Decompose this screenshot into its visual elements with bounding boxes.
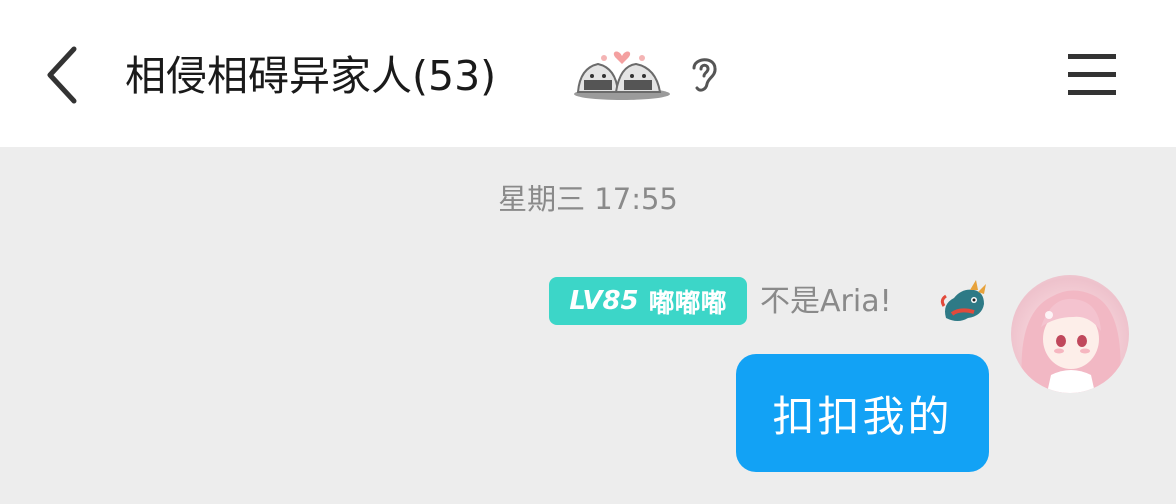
message-bubble[interactable]: 扣扣我的 [736,354,989,472]
back-button[interactable] [30,40,94,110]
dragon-icon [940,278,990,326]
member-title-label: 嘟嘟嘟 [648,288,727,319]
group-title: 相侵相碍异家人(53) [125,52,497,100]
level-label: LV85 [569,286,639,316]
chevron-left-icon [47,46,77,104]
ear-mode-button[interactable] [684,52,724,96]
message-timestamp: 星期三 17:55 [498,182,678,216]
hamburger-menu-icon [1068,54,1116,95]
ear-icon [692,58,717,92]
sender-name: 不是Aria! [760,284,892,319]
chat-header: 相侵相碍异家人(53) [0,0,1176,147]
sender-avatar[interactable] [1011,275,1129,393]
member-level-badge: LV85 嘟嘟嘟 [549,277,747,325]
menu-button[interactable] [1060,48,1124,102]
rice-ball-sticker-icon [570,46,674,102]
